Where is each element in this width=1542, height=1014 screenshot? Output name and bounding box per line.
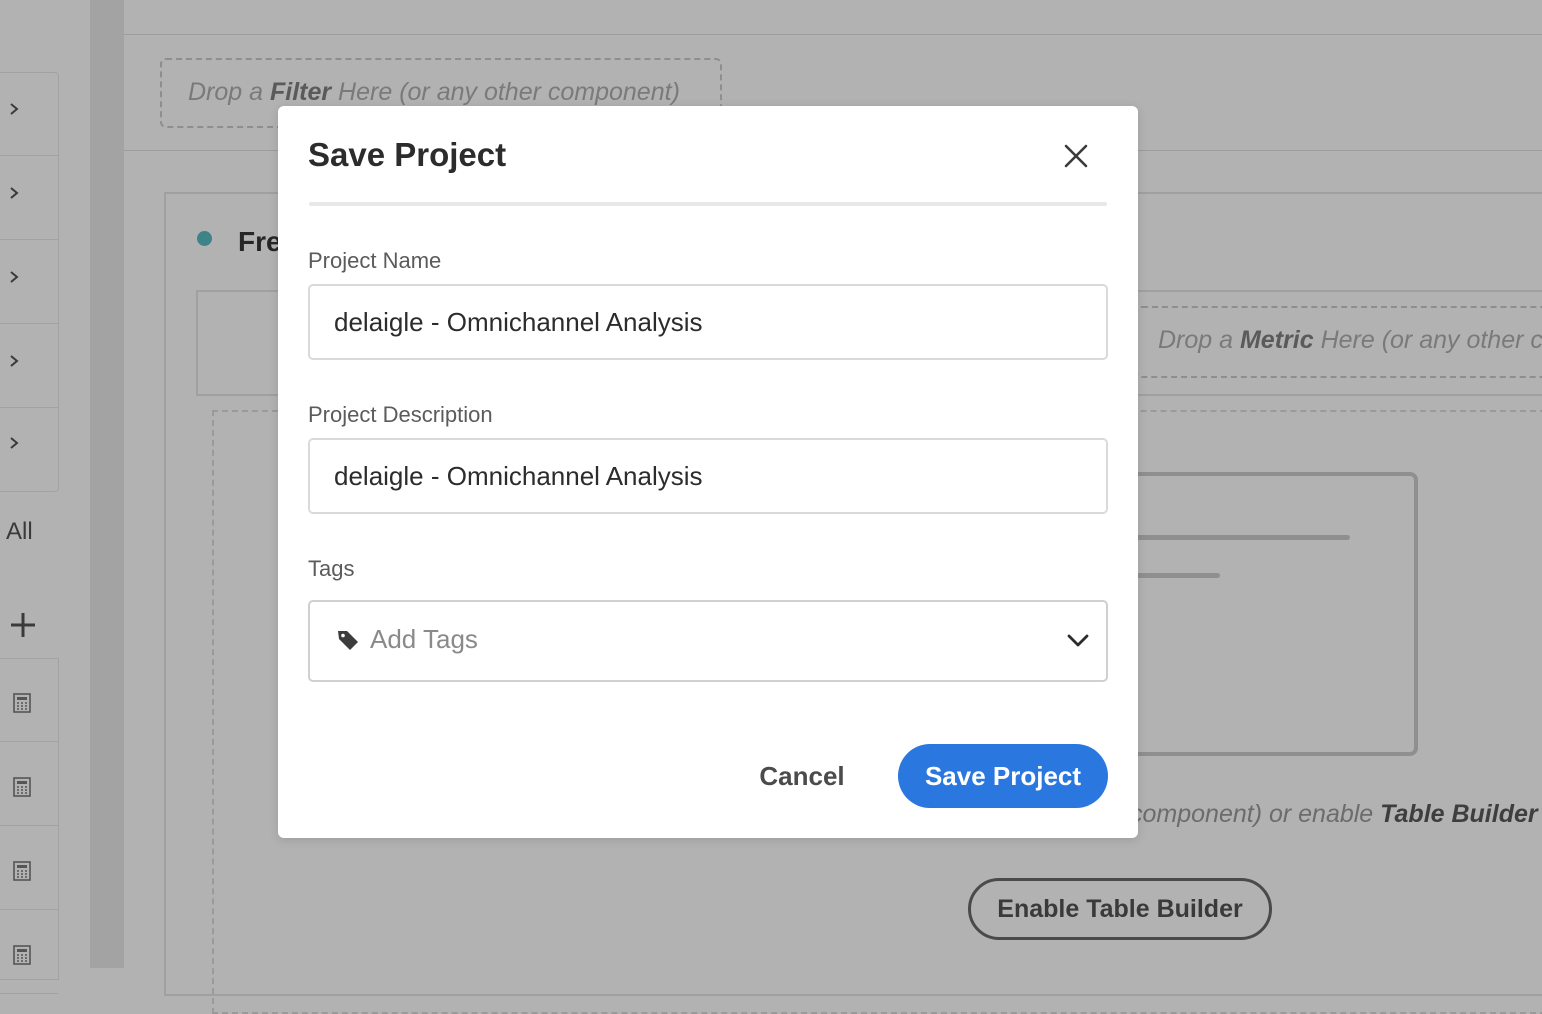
chevron-right-icon	[10, 271, 19, 283]
dialog-divider	[309, 202, 1107, 206]
project-name-label: Project Name	[308, 248, 442, 273]
chevron-right-icon	[10, 103, 19, 115]
calculator-icon	[13, 693, 31, 713]
filter-drop-prefix: Drop a	[188, 78, 270, 106]
rail-panel	[0, 72, 59, 492]
hint-keyword: Table Builder	[1380, 800, 1538, 828]
save-project-button[interactable]: Save Project	[898, 744, 1108, 808]
rail-expand-button[interactable]	[0, 73, 58, 156]
enable-table-builder-button[interactable]: Enable Table Builder	[968, 878, 1272, 940]
rail-expand-button[interactable]	[0, 241, 58, 324]
chevron-right-icon	[10, 437, 19, 449]
rail-expand-button[interactable]	[0, 325, 58, 408]
calculator-icon	[13, 777, 31, 797]
illustration-line	[1136, 535, 1350, 540]
filter-drop-keyword: Filter	[269, 78, 332, 106]
illustration-line	[1136, 573, 1220, 578]
metric-drop-prefix: Drop a	[1158, 326, 1240, 354]
calculator-icon	[13, 945, 31, 965]
rail-expand-button[interactable]	[0, 157, 58, 240]
chevron-down-icon	[1067, 634, 1089, 647]
rail-all-label[interactable]: All	[6, 518, 33, 546]
plus-icon[interactable]	[10, 612, 36, 638]
calculator-icon	[13, 861, 31, 881]
rail-expand-button[interactable]	[0, 407, 58, 490]
save-project-dialog: Save Project Project Name Project Descri…	[278, 106, 1138, 838]
left-rail: All	[0, 0, 60, 994]
project-name-input[interactable]	[308, 284, 1108, 360]
filter-drop-suffix: Here (or any other component)	[331, 78, 680, 106]
panel-title[interactable]: Fre	[238, 226, 282, 258]
panel-status-dot	[197, 231, 212, 246]
hint-prefix: component) or enable	[1130, 800, 1381, 828]
rail-calc-item[interactable]	[0, 659, 58, 742]
table-builder-hint: component) or enable Table Builder	[1130, 800, 1538, 829]
metric-drop-suffix: Here (or any other co	[1313, 326, 1542, 354]
cancel-button[interactable]: Cancel	[736, 744, 868, 808]
rail-calc-item[interactable]	[0, 911, 58, 994]
rail-gutter	[90, 0, 124, 968]
tags-label: Tags	[308, 556, 355, 581]
dialog-title: Save Project	[308, 136, 507, 173]
tags-dropdown[interactable]: Add Tags	[308, 600, 1108, 682]
close-button[interactable]	[1058, 136, 1094, 176]
rail-calc-panel	[0, 658, 59, 994]
chevron-right-icon	[10, 187, 19, 199]
close-icon	[1064, 144, 1088, 168]
rail-calc-item[interactable]	[0, 827, 58, 910]
project-description-label: Project Description	[308, 402, 493, 427]
table-illustration	[1118, 472, 1418, 756]
chevron-right-icon	[10, 355, 19, 367]
rail-calc-item[interactable]	[0, 743, 58, 826]
project-description-input[interactable]	[308, 438, 1108, 514]
metric-drop-zone[interactable]: Drop a Metric Here (or any other co	[1136, 306, 1542, 378]
tags-placeholder: Add Tags	[370, 624, 478, 654]
tag-icon	[338, 631, 358, 650]
metric-drop-keyword: Metric	[1239, 326, 1314, 354]
